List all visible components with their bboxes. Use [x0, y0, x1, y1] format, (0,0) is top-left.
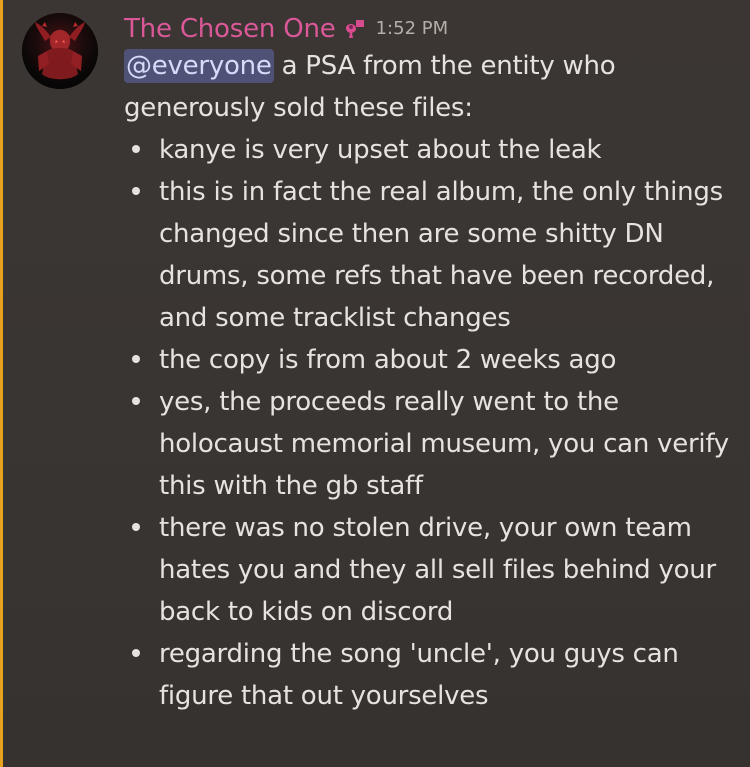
- list-item: kanye is very upset about the leak: [124, 129, 732, 171]
- intro-line: @everyone a PSA from the entity who gene…: [124, 45, 732, 129]
- role-badge-icon: [345, 20, 364, 38]
- list-item-text: there was no stolen drive, your own team…: [159, 513, 716, 627]
- message-item: The Chosen One 1:52 PM @everyone a PSA f…: [18, 8, 742, 763]
- username[interactable]: The Chosen One: [124, 15, 336, 43]
- list-item: regarding the song 'uncle', you guys can…: [124, 633, 732, 717]
- message-body: @everyone a PSA from the entity who gene…: [124, 45, 732, 717]
- list-item: there was no stolen drive, your own team…: [124, 507, 732, 633]
- list-item: this is in fact the real album, the only…: [124, 171, 732, 339]
- message-timestamp[interactable]: 1:52 PM: [376, 19, 449, 39]
- list-item-text: regarding the song 'uncle', you guys can…: [159, 639, 679, 711]
- avatar-image: [22, 13, 98, 89]
- list-item: the copy is from about 2 weeks ago: [124, 339, 732, 381]
- list-item: yes, the proceeds really went to the hol…: [124, 381, 732, 507]
- message-header: The Chosen One 1:52 PM: [124, 8, 732, 50]
- bullet-list: kanye is very upset about the leak this …: [124, 129, 732, 717]
- list-item-text: kanye is very upset about the leak: [159, 135, 602, 165]
- everyone-mention[interactable]: @everyone: [124, 49, 274, 83]
- list-item-text: the copy is from about 2 weeks ago: [159, 345, 617, 375]
- avatar[interactable]: [22, 13, 98, 89]
- list-item-text: yes, the proceeds really went to the hol…: [159, 387, 729, 501]
- message-content: The Chosen One 1:52 PM @everyone a PSA f…: [124, 8, 732, 717]
- chat-message-panel: The Chosen One 1:52 PM @everyone a PSA f…: [0, 0, 750, 767]
- list-item-text: this is in fact the real album, the only…: [159, 177, 723, 333]
- left-accent-bar: [0, 0, 3, 767]
